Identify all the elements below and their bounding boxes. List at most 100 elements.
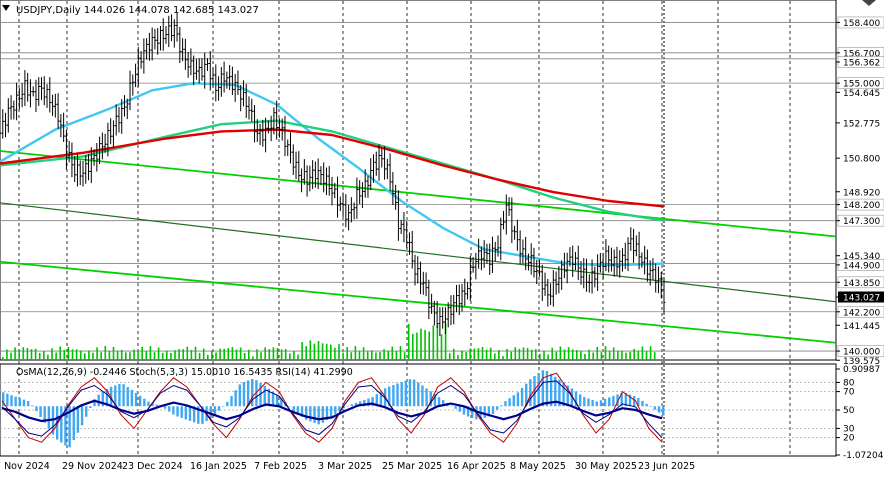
osma-bar-96 <box>400 382 403 407</box>
osma-bar-56 <box>234 390 237 407</box>
volume-bar-29 <box>120 349 123 360</box>
osma-bar-98 <box>408 379 412 407</box>
volume-bar-81 <box>334 347 336 360</box>
osma-bar-122 <box>508 398 511 407</box>
volume-bar-92 <box>379 352 381 360</box>
volume-bar-40 <box>166 350 168 360</box>
volume-bar-145 <box>596 346 599 360</box>
price-bars <box>0 12 666 337</box>
osma-bar-33 <box>138 395 142 407</box>
volume-bar-36 <box>149 346 152 360</box>
time-label-9: 30 May 2025 <box>575 461 637 472</box>
osc-tick-label-6: -1.07204 <box>843 451 884 461</box>
moving-averages <box>0 82 665 267</box>
volume-bar-140 <box>576 350 578 360</box>
chart-window[interactable]: 0.90987 80 70 50 30 20 -1.07204 158.400 156.700… <box>0 0 884 473</box>
time-label-8: 8 May 2025 <box>510 461 566 472</box>
volume-bar-56 <box>231 347 234 360</box>
volume-bar-147 <box>604 346 607 360</box>
osma-bar-20 <box>85 406 88 417</box>
dropdown-icon <box>2 5 10 11</box>
volume-bar-58 <box>239 347 242 360</box>
volume-bar-20 <box>84 353 86 360</box>
volume-bar-137 <box>563 349 566 360</box>
volume-bar-5 <box>22 347 25 360</box>
price-tick-label-6: 150.800 <box>843 155 880 165</box>
volume-bar-109 <box>448 353 451 360</box>
time-label-1: 29 Nov 2024 <box>62 461 123 472</box>
osma-bar-147 <box>612 395 615 407</box>
volume-bar-144 <box>592 352 594 360</box>
volume-bar-106 <box>436 325 439 360</box>
osma-bar-109 <box>454 406 457 409</box>
volume-bar-2 <box>10 352 12 360</box>
volume-bar-38 <box>157 347 160 360</box>
volume-bar-22 <box>92 352 94 360</box>
price-tick-label-15: 141.445 <box>843 322 880 332</box>
time-label-2: 23 Dec 2024 <box>122 461 183 472</box>
volume-bar-39 <box>161 352 164 360</box>
volume-bar-9 <box>38 352 41 360</box>
volume-bar-158 <box>649 346 652 360</box>
price-tick-label-11: 144.900 <box>843 261 880 271</box>
osma-bar-94 <box>392 385 395 407</box>
volume-bar-12 <box>51 348 53 360</box>
time-label-4: 7 Feb 2025 <box>254 461 307 472</box>
volume-bar-4 <box>18 349 20 360</box>
osma-bar-101 <box>421 385 424 407</box>
osma-bar-116 <box>483 406 486 418</box>
osma-bar-145 <box>603 398 607 407</box>
osma-bar-139 <box>578 394 582 407</box>
osma-bar-3 <box>14 396 17 407</box>
volume-bar-28 <box>116 350 119 360</box>
volume-bars <box>2 323 656 360</box>
osma-bar-77 <box>321 406 325 423</box>
price-tick-label-12: 143.850 <box>843 279 880 289</box>
volume-bar-73 <box>301 342 303 360</box>
volume-bar-67 <box>276 347 279 360</box>
osma-bar-9 <box>39 406 42 418</box>
volume-bar-24 <box>100 352 102 360</box>
price-tick-label-9: 147.300 <box>843 217 880 227</box>
osma-bar-120 <box>500 405 503 407</box>
osma-bar-50 <box>209 406 212 419</box>
osma-bar-70 <box>292 406 295 411</box>
volume-bar-13 <box>55 352 57 360</box>
osma-bar-154 <box>641 400 644 407</box>
volume-bar-150 <box>617 351 619 360</box>
volume-bar-153 <box>629 351 631 360</box>
volume-bar-7 <box>30 349 33 360</box>
volume-bar-123 <box>506 349 508 360</box>
volume-bar-146 <box>600 352 603 360</box>
volume-bar-59 <box>243 352 246 360</box>
osma-bar-8 <box>35 406 38 412</box>
price-tick-label-2: 156.362 <box>843 58 880 68</box>
volume-bar-66 <box>272 347 275 360</box>
volume-bar-8 <box>34 348 37 360</box>
volume-bar-10 <box>43 351 45 360</box>
osc-tick-label-2: 70 <box>843 388 855 398</box>
volume-bar-23 <box>96 347 98 360</box>
osma-bar-158 <box>657 406 661 413</box>
volume-bar-139 <box>571 349 574 360</box>
osma-bar-53 <box>222 406 225 407</box>
volume-bar-156 <box>641 346 644 360</box>
price-axis: 158.400156.700156.362155.000154.645152.7… <box>836 16 884 367</box>
osma-bar-74 <box>309 406 312 422</box>
volume-bar-85 <box>350 352 353 360</box>
volume-bar-120 <box>494 353 496 360</box>
osma-bar-83 <box>346 405 349 407</box>
osma-bar-39 <box>163 406 167 409</box>
volume-bar-52 <box>215 352 217 360</box>
volume-bar-44 <box>182 349 184 360</box>
volume-bar-103 <box>424 329 426 360</box>
volume-bar-18 <box>75 349 78 360</box>
osma-bar-69 <box>288 406 291 407</box>
volume-bar-72 <box>297 354 299 360</box>
volume-bar-114 <box>469 348 471 360</box>
volume-bar-41 <box>170 352 172 360</box>
volume-bar-134 <box>551 347 553 360</box>
volume-bar-89 <box>366 350 369 360</box>
volume-bar-104 <box>428 331 430 360</box>
osma-bar-84 <box>350 404 354 407</box>
